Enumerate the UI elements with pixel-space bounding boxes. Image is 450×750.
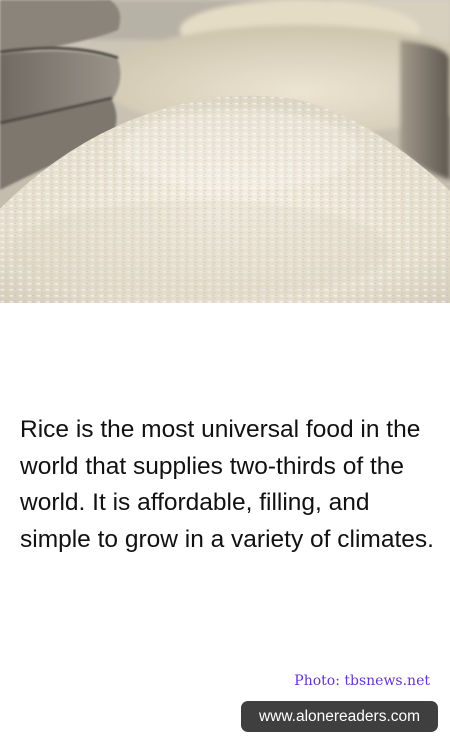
site-watermark-badge: www.alonereaders.com xyxy=(241,701,438,732)
rice-photo xyxy=(0,0,450,303)
photo-credit: Photo: tbsnews.net xyxy=(294,673,430,689)
rice-caption: Rice is the most universal food in the w… xyxy=(20,416,434,553)
